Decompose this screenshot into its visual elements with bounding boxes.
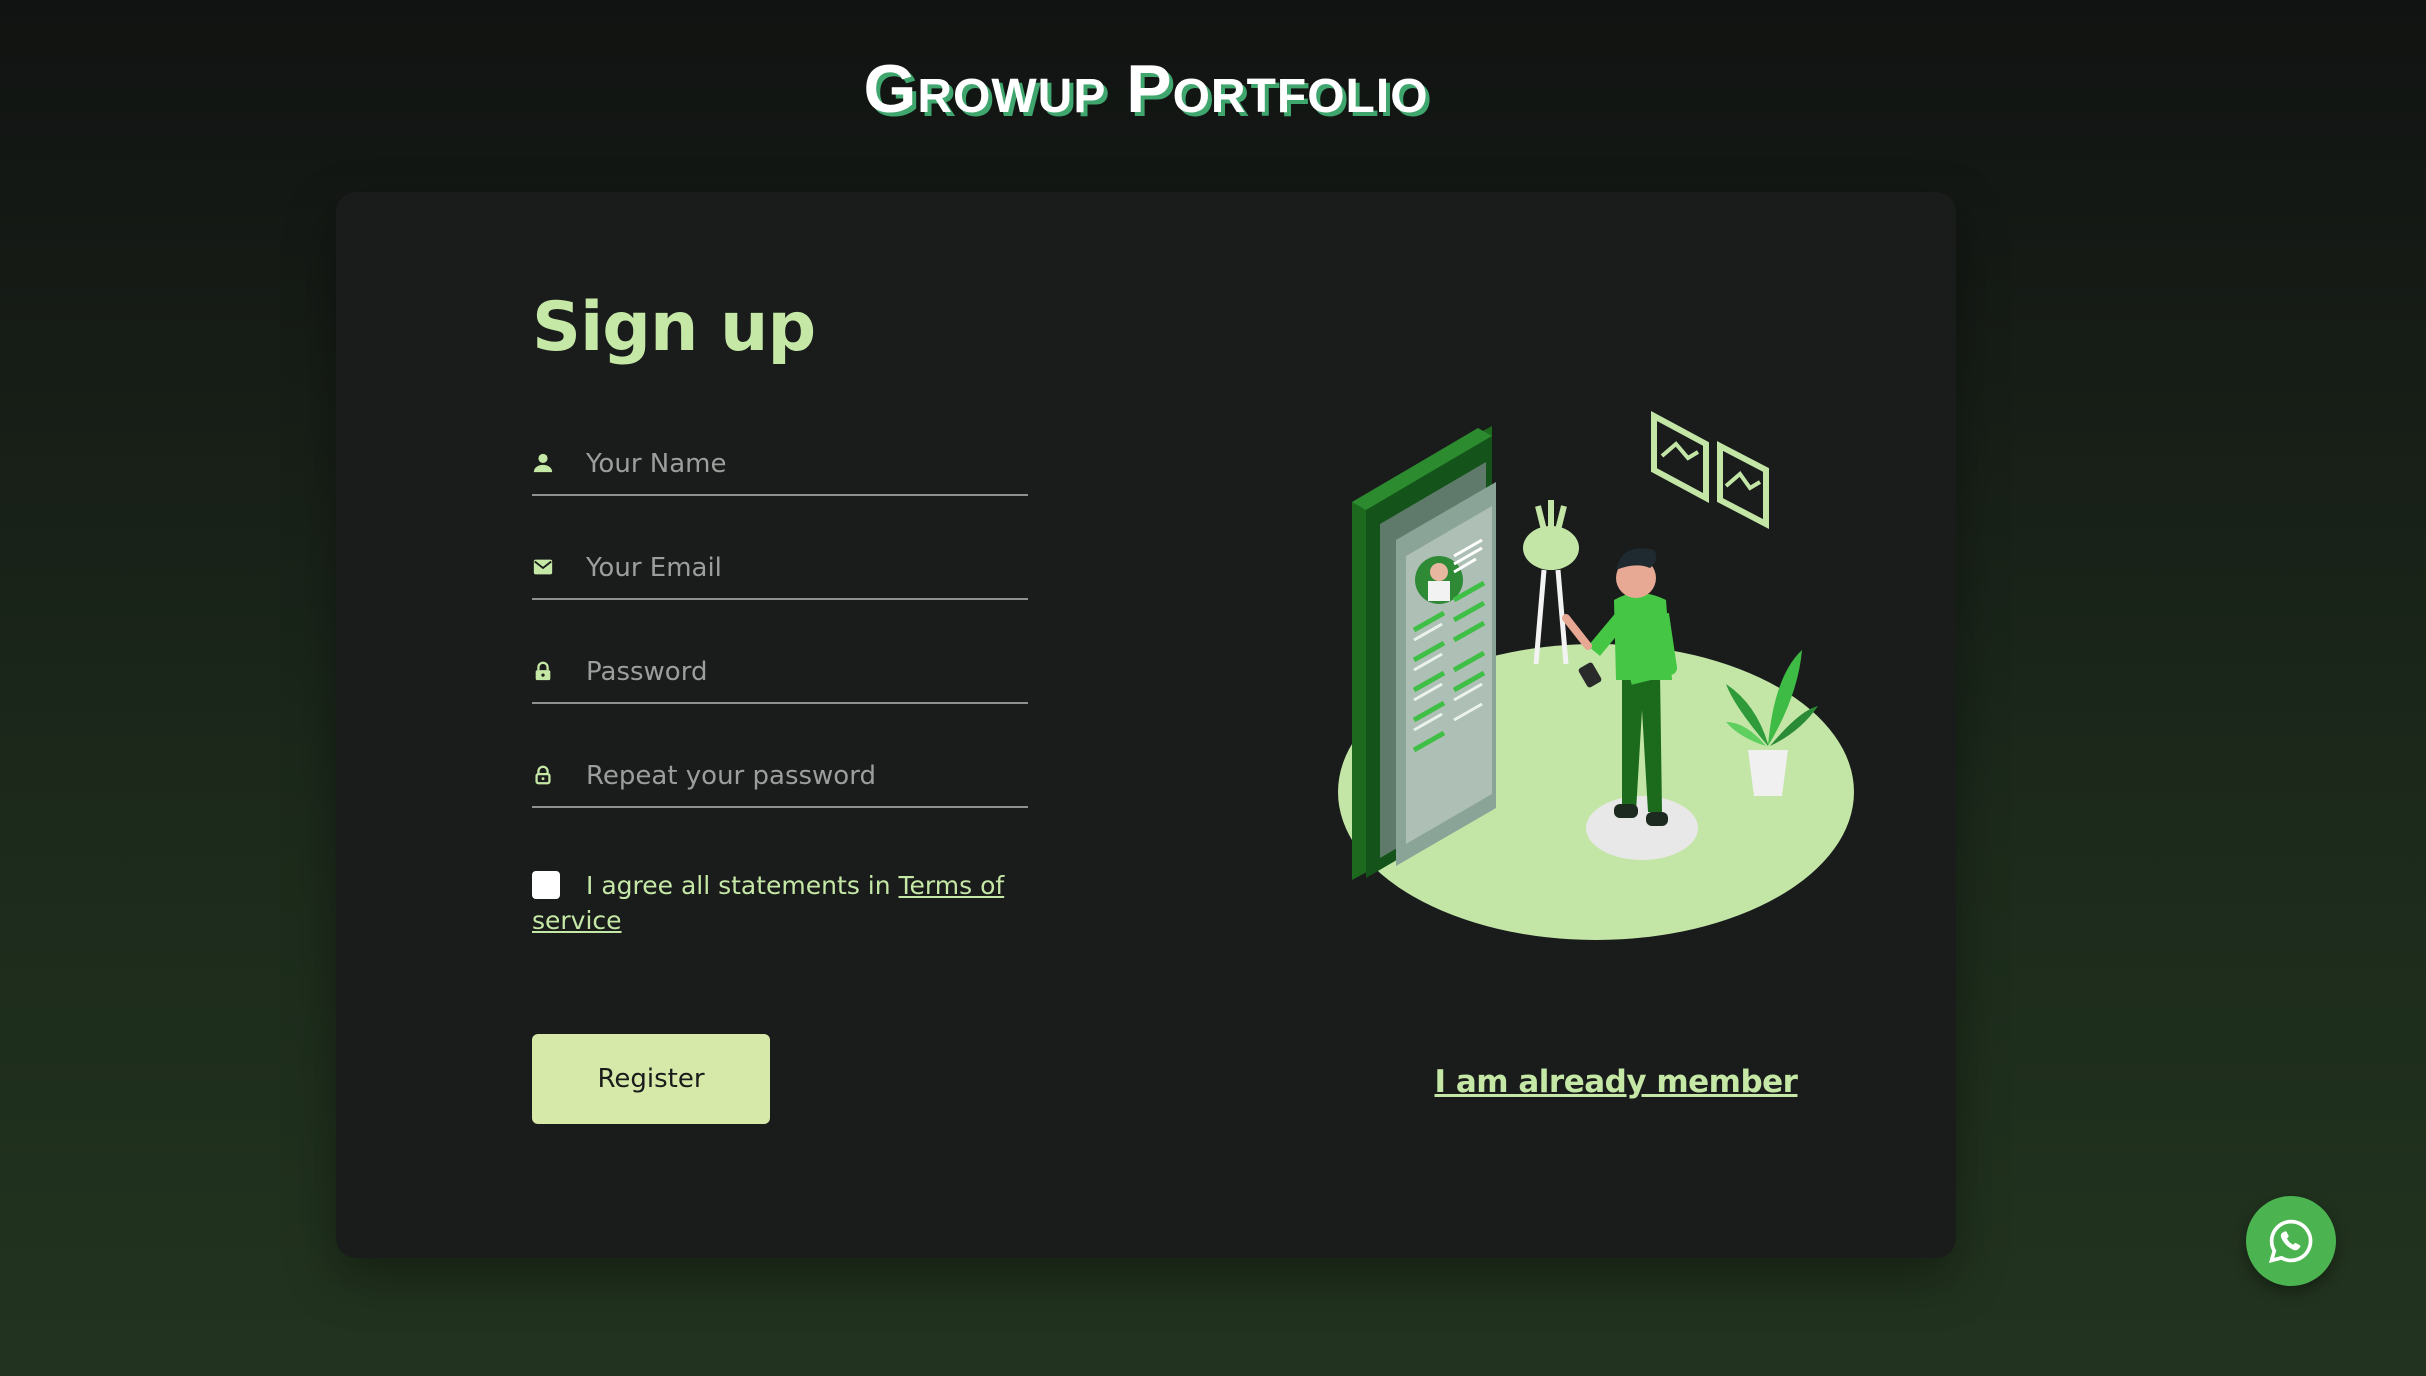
terms-agreement: I agree all statements in Terms of servi… [532,868,1052,938]
name-field [532,438,1028,496]
terms-checkbox[interactable] [532,871,560,899]
repeat-password-field [532,750,1028,808]
already-member-link[interactable]: I am already member [1396,1064,1836,1100]
name-input[interactable] [586,444,1016,484]
password-input[interactable] [586,652,1016,692]
whatsapp-icon [2268,1219,2313,1263]
email-icon [533,559,553,575]
register-button[interactable]: Register [532,1034,770,1124]
terms-text: I agree all statements in [586,871,899,900]
email-field [532,542,1028,600]
lock-icon [535,661,551,681]
person-icon [533,453,553,473]
signup-heading: Sign up [532,288,816,367]
email-input[interactable] [586,548,1016,588]
signup-card: Sign up I agree all [336,192,1956,1258]
password-field [532,646,1028,704]
site-title: Growup Portfolio [863,51,1429,127]
repeat-password-input[interactable] [586,756,1016,796]
lock-outline-icon [535,765,551,785]
portfolio-illustration [1338,410,1854,940]
whatsapp-button[interactable] [2246,1196,2336,1286]
